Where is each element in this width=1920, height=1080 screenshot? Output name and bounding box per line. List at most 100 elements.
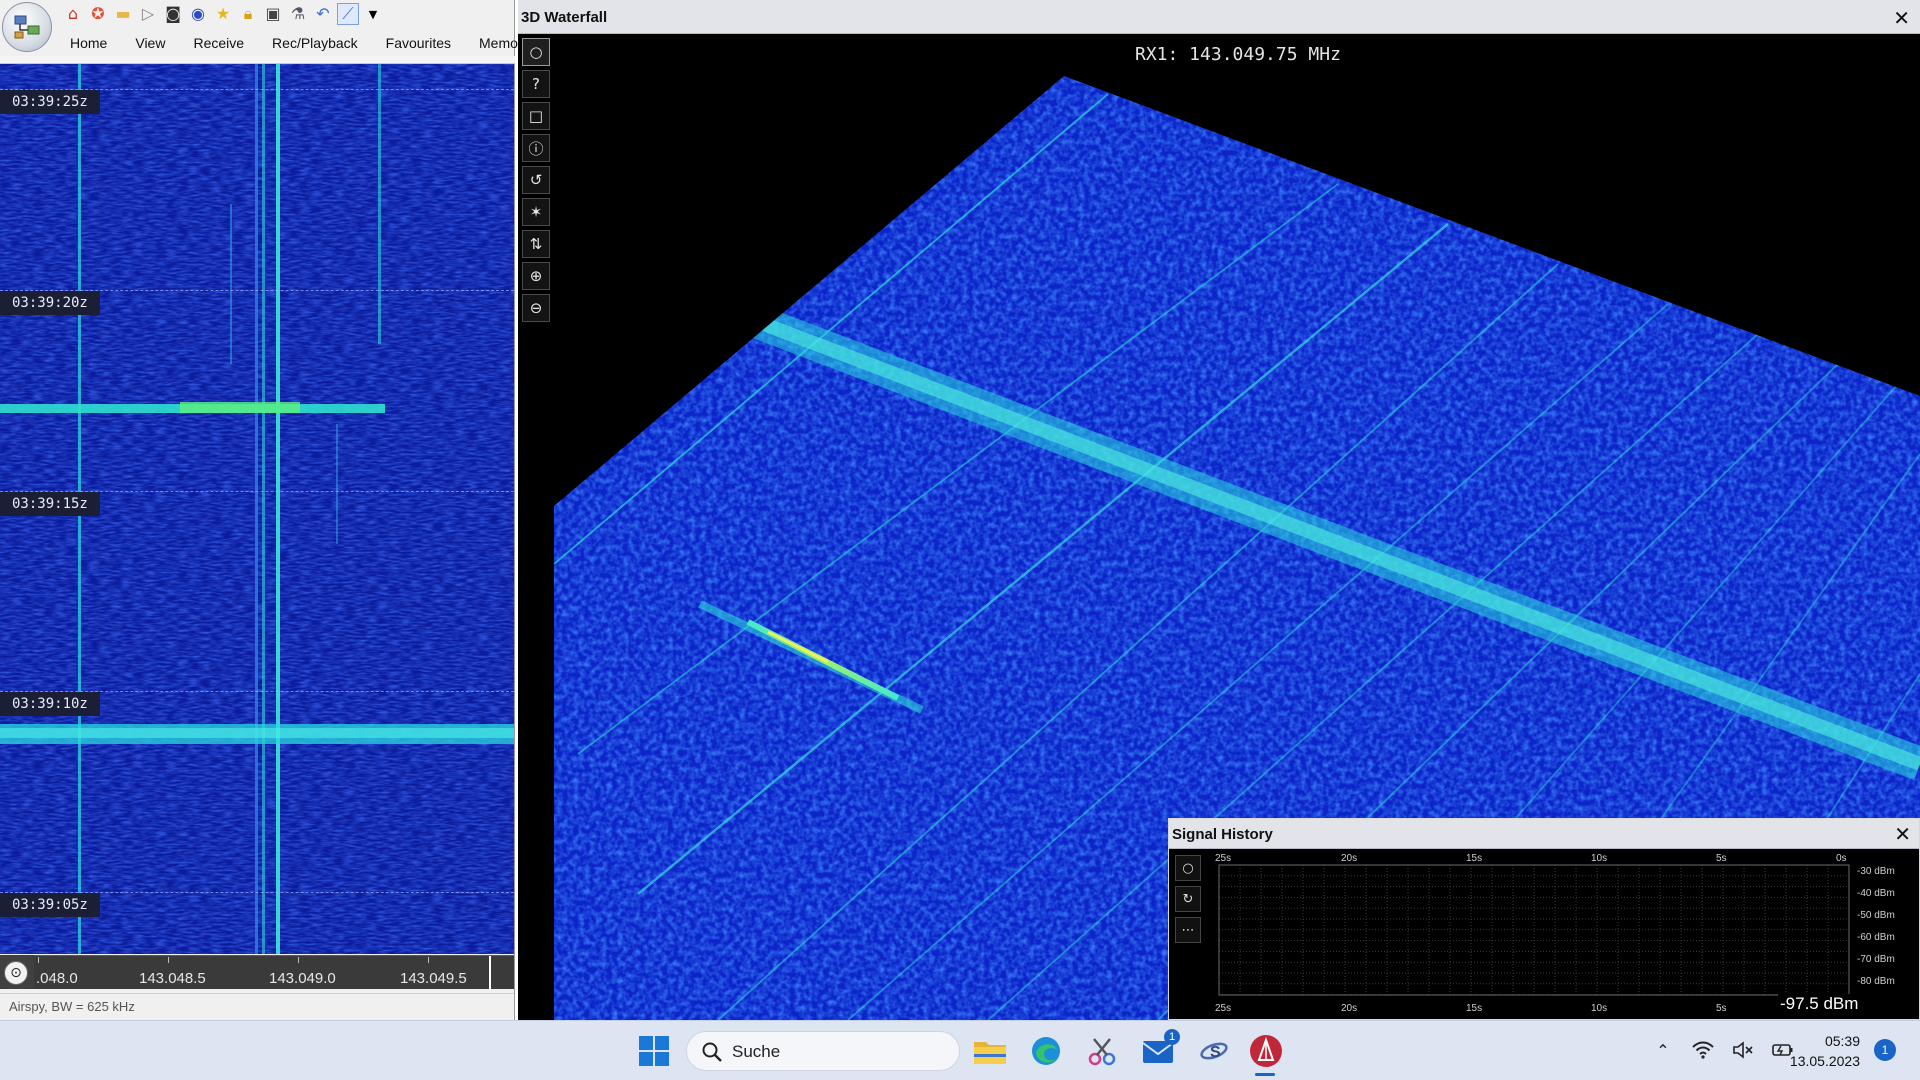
status-bar: Airspy, BW = 625 kHz: [0, 993, 514, 1020]
tab-home[interactable]: Home: [56, 35, 121, 51]
tab-view[interactable]: View: [121, 35, 179, 51]
home-icon[interactable]: ⌂: [62, 3, 84, 25]
sun-icon[interactable]: ✶: [522, 198, 550, 226]
circle-icon[interactable]: ○: [522, 38, 550, 66]
dbm-axis-label: -80 dBm: [1857, 976, 1895, 987]
help-ring-icon[interactable]: ✪: [87, 3, 109, 25]
active-app-indicator: [1255, 1073, 1275, 1076]
freq-label: 143.049.0: [269, 970, 336, 987]
waterfall-display[interactable]: 03:39:25z 03:39:20z 03:39:15z 03:39:10z …: [0, 64, 514, 954]
satellite-app-icon[interactable]: S: [1196, 1033, 1232, 1069]
lock-icon[interactable]: 🔒︎: [237, 3, 259, 25]
dbm-axis-label: -60 dBm: [1857, 932, 1895, 943]
dropdown-icon[interactable]: ▼: [362, 3, 384, 25]
tuning-mode-button[interactable]: ⊙: [4, 961, 28, 985]
freq-label: 143.048.5: [139, 970, 206, 987]
tab-rec-playback[interactable]: Rec/Playback: [258, 35, 372, 51]
freq-label: 143.049.5: [400, 970, 467, 987]
signal-history-titlebar[interactable]: Signal History ✕: [1169, 819, 1919, 849]
application-menu-button[interactable]: [2, 2, 52, 52]
freq-tick: [168, 957, 169, 963]
camera-icon[interactable]: ▣: [262, 3, 284, 25]
frequency-scale[interactable]: .048.0 143.048.5 143.049.0 143.049.5: [34, 955, 514, 990]
time-label: 03:39:05z: [0, 893, 100, 917]
time-axis-label: 5s: [1716, 853, 1727, 864]
time-axis-label: 0s: [1836, 853, 1847, 864]
time-axis-label: 10s: [1591, 1003, 1607, 1014]
help-icon[interactable]: ?: [522, 70, 550, 98]
folder-icon[interactable]: ▬: [112, 3, 134, 25]
time-axis-label: 20s: [1341, 1003, 1357, 1014]
device-status-text: Airspy, BW = 625 kHz: [9, 999, 135, 1014]
more-icon[interactable]: ⋯: [1175, 917, 1201, 943]
time-label: 03:39:15z: [0, 492, 100, 516]
info-icon[interactable]: ⓘ: [522, 134, 550, 162]
zoom-out-icon[interactable]: ⊖: [522, 294, 550, 322]
frequency-axis[interactable]: ⊙ .048.0 143.048.5 143.049.0 143.049.5: [0, 955, 514, 990]
freq-label: .048.0: [36, 970, 78, 987]
time-axis-label: 20s: [1341, 853, 1357, 864]
ribbon-separator: [0, 56, 515, 64]
freq-tick: [428, 957, 429, 963]
dbm-axis-label: -70 dBm: [1857, 954, 1895, 965]
dbm-axis-label: -30 dBm: [1857, 866, 1895, 877]
time-axis-label: 15s: [1466, 853, 1482, 864]
close-icon[interactable]: ✕: [1893, 6, 1910, 30]
refresh-icon[interactable]: ↻: [1175, 886, 1201, 912]
window-title: 3D Waterfall: [521, 9, 608, 26]
clock-time: 05:39: [1824, 1033, 1860, 1049]
edge-icon[interactable]: [1028, 1033, 1064, 1069]
snipping-tool-icon[interactable]: [1084, 1033, 1120, 1069]
svg-text:S: S: [1210, 1044, 1221, 1061]
taskbar-search-input[interactable]: Suche: [686, 1031, 960, 1071]
time-label: 03:39:25z: [0, 90, 100, 114]
time-axis-label: 25s: [1215, 853, 1231, 864]
sdr-app-icon[interactable]: [1248, 1033, 1284, 1069]
taskbar: Suche 1 S ⌃ 05:39 13.05.2023 1: [0, 1020, 1920, 1080]
freq-tick: [38, 957, 39, 963]
signal-level-readout: -97.5 dBm: [1778, 994, 1861, 1014]
window-title: Signal History: [1172, 826, 1273, 843]
mail-icon[interactable]: 1: [1140, 1029, 1180, 1069]
quick-access-toolbar: ⌂ ✪ ▬ ▷ ◙ ◉ ★ 🔒︎ ▣ ⚗ ↶ ⟋ ▼: [62, 2, 384, 26]
waterfall-3d-toolbar: ○ ? □ ⓘ ↺ ✶ ⇅ ⊕ ⊖: [522, 38, 550, 322]
time-label: 03:39:10z: [0, 692, 100, 716]
undo-icon[interactable]: ↶: [312, 3, 334, 25]
zoom-in-icon[interactable]: ⊕: [522, 262, 550, 290]
file-explorer-icon[interactable]: [972, 1033, 1008, 1069]
flask-icon[interactable]: ⚗: [287, 3, 309, 25]
square-icon[interactable]: □: [522, 102, 550, 130]
tab-favourites[interactable]: Favourites: [372, 35, 465, 51]
time-axis-label: 5s: [1716, 1003, 1727, 1014]
speaker-muted-icon[interactable]: [1732, 1039, 1754, 1061]
clock[interactable]: 05:39 13.05.2023: [1780, 1031, 1860, 1071]
time-axis-label: 25s: [1215, 1003, 1231, 1014]
system-tray: ⌃: [1652, 1039, 1794, 1061]
time-label: 03:39:20z: [0, 291, 100, 315]
stop-icon[interactable]: ◙: [162, 3, 184, 25]
play-icon[interactable]: ▷: [137, 3, 159, 25]
search-placeholder: Suche: [732, 1042, 781, 1061]
chart-icon[interactable]: ⟋: [337, 3, 359, 25]
circle-icon[interactable]: ○: [1175, 855, 1201, 881]
chevron-up-icon[interactable]: ⌃: [1652, 1039, 1674, 1061]
wifi-icon[interactable]: [1692, 1039, 1714, 1061]
sdr-main-window: ⌂ ✪ ▬ ▷ ◙ ◉ ★ 🔒︎ ▣ ⚗ ↶ ⟋ ▼ Home View Rec…: [0, 0, 523, 1020]
dbm-axis-label: -40 dBm: [1857, 888, 1895, 899]
search-icon: [702, 1042, 722, 1062]
tuned-frequency-marker[interactable]: [489, 956, 491, 990]
waterfall-3d-titlebar[interactable]: 3D Waterfall ✕: [518, 0, 1920, 34]
ribbon-tab-bar: Home View Receive Rec/Playback Favourite…: [56, 30, 537, 56]
receiver-frequency-readout: RX1: 143.049.75 MHz: [1135, 44, 1341, 65]
tab-receive[interactable]: Receive: [179, 35, 258, 51]
close-icon[interactable]: ✕: [1894, 822, 1911, 846]
freq-tick: [298, 957, 299, 963]
app-logo-icon: [14, 15, 40, 39]
favourite-star-icon[interactable]: ★: [212, 3, 234, 25]
dbm-axis-label: -50 dBm: [1857, 910, 1895, 921]
windows-start-icon[interactable]: [638, 1035, 670, 1067]
record-icon[interactable]: ◉: [187, 3, 209, 25]
rotate-icon[interactable]: ↺: [522, 166, 550, 194]
swap-vertical-icon[interactable]: ⇅: [522, 230, 550, 258]
notification-badge[interactable]: 1: [1874, 1039, 1896, 1061]
